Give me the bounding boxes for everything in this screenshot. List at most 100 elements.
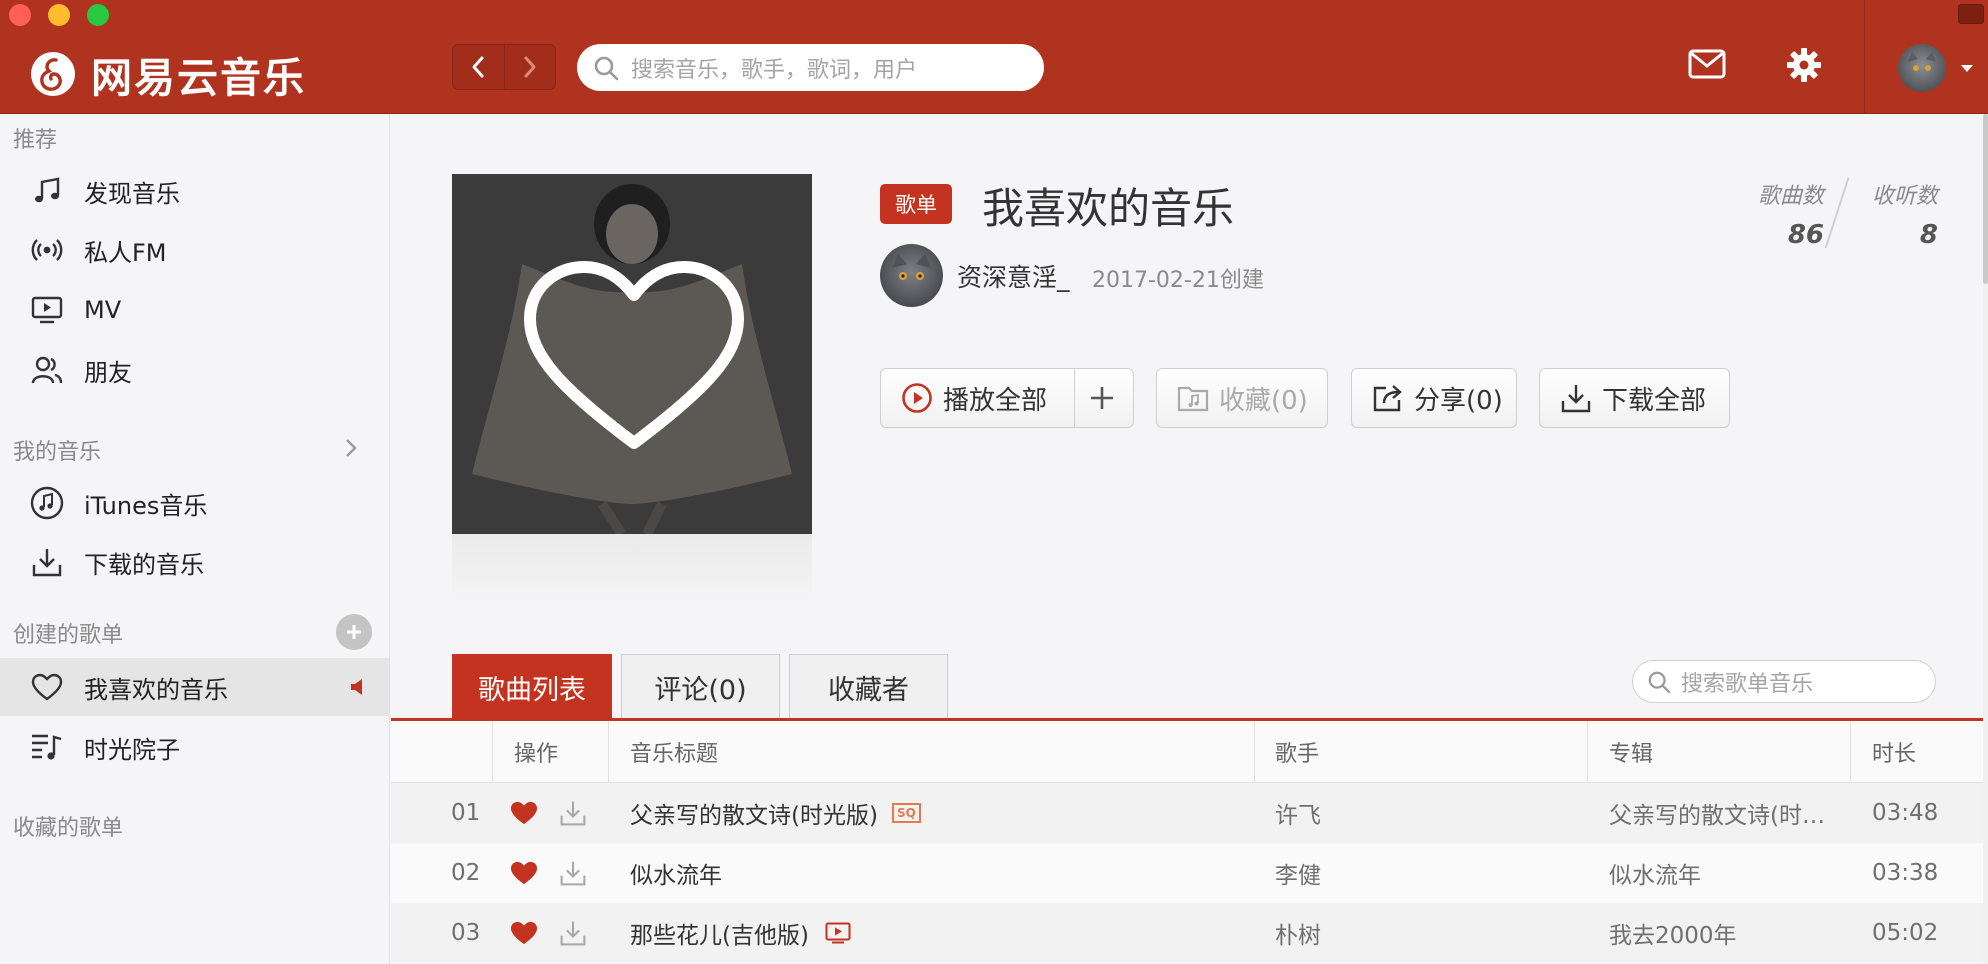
download-all-label: 下载全部 xyxy=(1602,385,1707,416)
global-search-placeholder: 搜索音乐，歌手，歌词，用户 xyxy=(631,57,918,83)
row-download-button[interactable] xyxy=(559,843,587,903)
row-download-button[interactable] xyxy=(559,783,587,843)
album-link[interactable]: 父亲写的散文诗(时… xyxy=(1609,783,1839,843)
search-icon xyxy=(1648,671,1671,693)
heart-filled-icon xyxy=(511,921,537,945)
tab-collectors[interactable]: 收藏者 xyxy=(789,654,948,720)
plus-icon xyxy=(347,625,361,639)
heart-outline-icon xyxy=(524,261,744,449)
mail-icon[interactable] xyxy=(1688,49,1726,79)
column-divider xyxy=(1587,721,1588,783)
sidebar-item-label: MV xyxy=(84,296,122,324)
mv-link[interactable] xyxy=(825,922,851,944)
play-all-divider xyxy=(1074,368,1075,428)
column-header-album[interactable]: 专辑 xyxy=(1609,721,1653,783)
download-icon xyxy=(560,861,586,886)
song-title-cell[interactable]: 父亲写的散文诗(时光版) SQ xyxy=(630,783,1240,843)
add-to-queue-button[interactable] xyxy=(1089,385,1115,418)
artist-link[interactable]: 朴树 xyxy=(1275,903,1575,963)
playlist-cover[interactable] xyxy=(452,174,812,534)
forward-button[interactable] xyxy=(503,45,556,89)
tab-comments[interactable]: 评论(0) xyxy=(621,654,780,720)
window-minimize-button[interactable] xyxy=(48,4,70,26)
sidebar: 推荐 发现音乐 私人FM MV 朋友 我的音乐 iTunes音乐 下载的音乐 创… xyxy=(0,114,390,964)
chevron-right-icon[interactable] xyxy=(344,437,358,459)
artist-link[interactable]: 许飞 xyxy=(1275,783,1575,843)
song-title: 父亲写的散文诗(时光版) xyxy=(630,803,878,829)
window-zoom-button[interactable] xyxy=(87,4,109,26)
creator-name-link[interactable]: 资深意淫_ xyxy=(957,258,1070,294)
playlist-icon xyxy=(32,734,62,760)
sidebar-item-label: 时光院子 xyxy=(84,735,180,764)
playlist-search-input[interactable]: 搜索歌单音乐 xyxy=(1632,660,1936,703)
play-count-value: 8 xyxy=(1919,220,1938,250)
play-all-label: 播放全部 xyxy=(943,385,1048,416)
top-bar: 网易云音乐 搜索音乐，歌手，歌词，用户 xyxy=(0,0,1988,114)
sidebar-item-friends[interactable]: 朋友 xyxy=(0,341,389,399)
duration: 03:48 xyxy=(1872,800,1939,826)
sidebar-header-collected: 收藏的歌单 xyxy=(13,816,124,841)
sidebar-item-downloads[interactable]: 下载的音乐 xyxy=(0,533,389,591)
play-circle-icon xyxy=(902,383,932,413)
artist-link[interactable]: 李健 xyxy=(1275,843,1575,903)
playlist-search-placeholder: 搜索歌单音乐 xyxy=(1681,671,1814,697)
table-row[interactable]: 02 似水流年 李健 似水流年 03:38 xyxy=(391,843,1983,903)
stat-divider xyxy=(1824,178,1850,248)
chevron-right-icon xyxy=(524,56,536,78)
sidebar-item-label: 下载的音乐 xyxy=(84,550,204,579)
caret-down-icon[interactable] xyxy=(1960,64,1974,74)
created-date: 2017-02-21创建 xyxy=(1092,268,1264,293)
sidebar-item-itunes[interactable]: iTunes音乐 xyxy=(0,474,389,532)
table-row[interactable]: 01 父亲写的散文诗(时光版) SQ 许飞 父亲写的散文诗(时… 03:48 xyxy=(391,783,1983,843)
sidebar-header-recommend: 推荐 xyxy=(13,128,58,153)
album-link[interactable]: 我去2000年 xyxy=(1609,903,1839,963)
sidebar-item-label: 发现音乐 xyxy=(84,179,180,208)
app-name: 网易云音乐 xyxy=(91,54,306,102)
like-button[interactable] xyxy=(509,783,539,843)
gear-icon[interactable] xyxy=(1786,47,1822,83)
row-index: 01 xyxy=(451,800,481,826)
mini-mode-button[interactable] xyxy=(1958,4,1984,24)
column-header-duration[interactable]: 时长 xyxy=(1872,721,1916,783)
album-link[interactable]: 似水流年 xyxy=(1609,843,1839,903)
table-row[interactable]: 03 那些花儿(吉他版) 朴树 我去2000年 05:02 xyxy=(391,903,1983,963)
column-header-artist[interactable]: 歌手 xyxy=(1275,721,1319,783)
global-search-input[interactable]: 搜索音乐，歌手，歌词，用户 xyxy=(577,44,1044,91)
sidebar-item-liked-music[interactable]: 我喜欢的音乐 xyxy=(0,658,389,716)
music-note-icon xyxy=(35,177,60,203)
creator-avatar[interactable] xyxy=(880,244,943,307)
song-title-cell[interactable]: 似水流年 xyxy=(630,843,1240,903)
song-count-label: 歌曲数 xyxy=(1757,184,1824,209)
topbar-divider xyxy=(1864,0,1865,114)
user-avatar[interactable] xyxy=(1898,44,1946,92)
plus-icon xyxy=(1091,387,1113,409)
row-download-button[interactable] xyxy=(559,903,587,963)
row-index: 02 xyxy=(451,860,481,886)
download-icon xyxy=(1561,385,1591,413)
song-title: 那些花儿(吉他版) xyxy=(630,923,809,949)
back-button[interactable] xyxy=(453,45,504,89)
play-all-button[interactable]: 播放全部 xyxy=(880,368,1134,428)
column-divider xyxy=(492,721,493,783)
song-count-stat: 歌曲数 86 xyxy=(1740,178,1824,250)
column-divider xyxy=(1850,721,1851,783)
sidebar-item-discover[interactable]: 发现音乐 xyxy=(0,162,389,220)
window-close-button[interactable] xyxy=(9,4,31,26)
share-button[interactable]: 分享(0) xyxy=(1351,368,1517,428)
like-button[interactable] xyxy=(509,903,539,963)
tab-song-list[interactable]: 歌曲列表 xyxy=(452,654,612,720)
sidebar-item-playlist[interactable]: 时光院子 xyxy=(0,718,389,776)
app-logo[interactable]: 网易云音乐 xyxy=(30,44,306,104)
cat-avatar-image xyxy=(892,254,931,280)
sidebar-item-mv[interactable]: MV xyxy=(0,281,389,339)
download-all-button[interactable]: 下载全部 xyxy=(1539,368,1730,428)
collect-button[interactable]: 收藏(0) xyxy=(1156,368,1328,428)
scrollbar-thumb[interactable] xyxy=(1983,114,1988,284)
sidebar-item-fm[interactable]: 私人FM xyxy=(0,221,389,279)
column-header-title[interactable]: 音乐标题 xyxy=(630,721,718,783)
create-playlist-button[interactable] xyxy=(336,614,372,650)
heart-filled-icon xyxy=(511,861,537,885)
row-index: 03 xyxy=(451,920,481,946)
song-title-cell[interactable]: 那些花儿(吉他版) xyxy=(630,903,1240,963)
like-button[interactable] xyxy=(509,843,539,903)
